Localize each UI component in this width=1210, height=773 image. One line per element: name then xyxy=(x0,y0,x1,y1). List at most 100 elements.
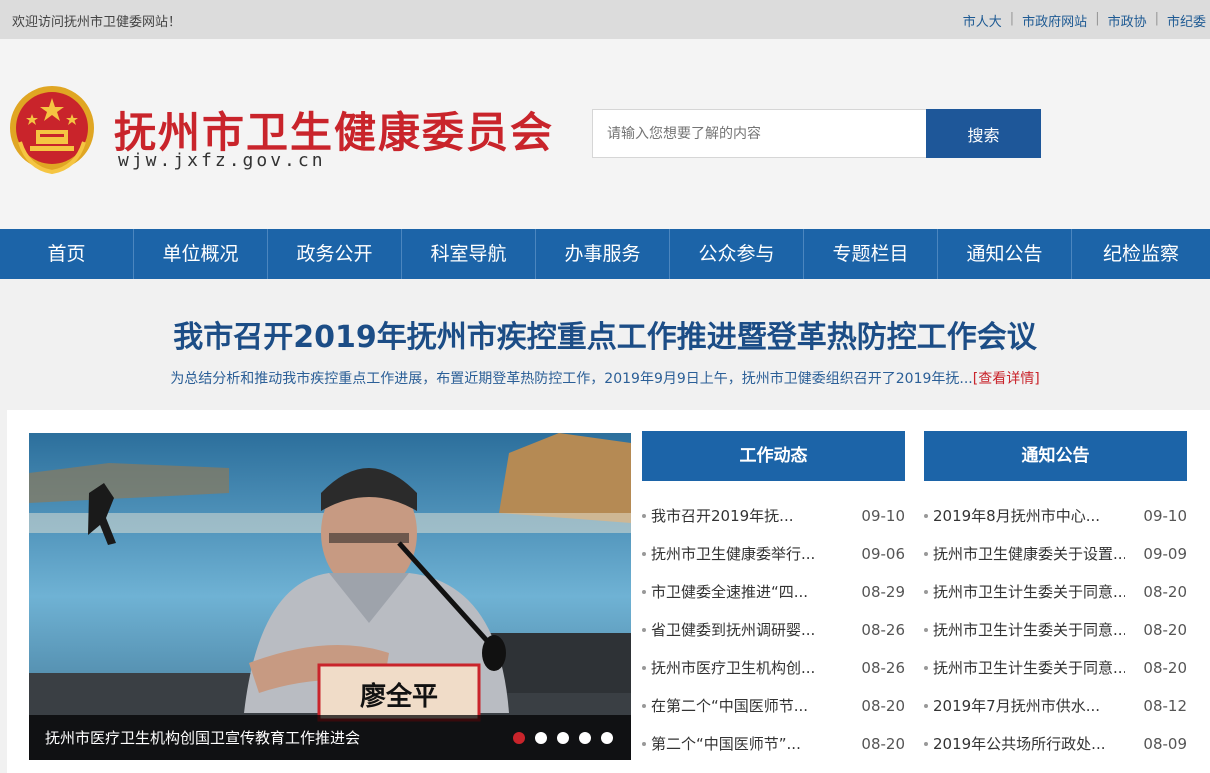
bullet-icon xyxy=(924,514,928,518)
notice-date: 08-09 xyxy=(1143,735,1187,753)
news-title[interactable]: 抚州市卫生健康委举行... xyxy=(651,535,843,573)
bullet-icon xyxy=(924,666,928,670)
list-item[interactable]: 抚州市卫生计生委关于同意... 08-20 xyxy=(924,573,1187,611)
list-item[interactable]: 抚州市卫生计生委关于同意... 08-20 xyxy=(924,649,1187,687)
slide-caption-bar: 抚州市医疗卫生机构创国卫宣传教育工作推进会 xyxy=(29,715,631,760)
bullet-icon xyxy=(924,704,928,708)
slider-dot-4[interactable] xyxy=(579,732,591,744)
bullet-icon xyxy=(642,666,646,670)
list-item[interactable]: 2019年7月抚州市供水... 08-12 xyxy=(924,687,1187,725)
notice-date: 08-20 xyxy=(1143,621,1187,639)
notices-list: 2019年8月抚州市中心... 09-10 抚州市卫生健康委关于设置... 09-0… xyxy=(924,497,1187,763)
welcome-text: 欢迎访问抚州市卫健委网站！ xyxy=(12,15,182,30)
list-item[interactable]: 省卫健委到抚州调研婴... 08-26 xyxy=(642,611,905,649)
notice-title[interactable]: 抚州市卫生健康委关于设置... xyxy=(933,535,1125,573)
top-bar: 欢迎访问抚州市卫健委网站！ 市人大 | 市政府网站 | 市政协 | 市纪委 xyxy=(0,0,1210,39)
news-date: 08-20 xyxy=(861,697,905,715)
news-date: 09-06 xyxy=(861,545,905,563)
notice-date: 09-10 xyxy=(1143,507,1187,525)
bullet-icon xyxy=(924,742,928,746)
site-header: 抚州市卫生健康委员会 wjw.jxfz.gov.cn 搜索 xyxy=(0,39,1210,229)
news-date: 08-29 xyxy=(861,583,905,601)
national-emblem-logo[interactable] xyxy=(8,84,96,176)
bullet-icon xyxy=(642,514,646,518)
notice-date: 08-20 xyxy=(1143,659,1187,677)
bullet-icon xyxy=(924,552,928,556)
nav-home[interactable]: 首页 xyxy=(0,229,134,279)
nav-public-participation[interactable]: 公众参与 xyxy=(670,229,804,279)
nav-special-topics[interactable]: 专题栏目 xyxy=(804,229,938,279)
news-date: 08-26 xyxy=(861,621,905,639)
notices-section: 通知公告 2019年8月抚州市中心... 09-10 抚州市卫生健康委关于设置..… xyxy=(924,431,1187,763)
slider-dot-5[interactable] xyxy=(601,732,613,744)
divider: | xyxy=(1095,11,1100,26)
search-input[interactable] xyxy=(592,109,927,158)
image-slider[interactable]: 廖全平 抚州市医疗卫生机构创国卫宣传教育工作推进会 xyxy=(29,433,631,760)
bullet-icon xyxy=(642,704,646,708)
notice-date: 08-20 xyxy=(1143,583,1187,601)
bullet-icon xyxy=(924,628,928,632)
notice-title[interactable]: 2019年公共场所行政处... xyxy=(933,725,1125,763)
news-title[interactable]: 市卫健委全速推进“四... xyxy=(651,573,843,611)
work-news-section: 工作动态 我市召开2019年抚... 09-10 抚州市卫生健康委举行... 09-… xyxy=(642,431,905,763)
slider-dots xyxy=(503,732,613,744)
nav-overview[interactable]: 单位概况 xyxy=(134,229,268,279)
bullet-icon xyxy=(642,552,646,556)
slider-dot-3[interactable] xyxy=(557,732,569,744)
notice-date: 08-12 xyxy=(1143,697,1187,715)
news-date: 08-26 xyxy=(861,659,905,677)
list-item[interactable]: 2019年公共场所行政处... 08-09 xyxy=(924,725,1187,763)
bullet-icon xyxy=(642,742,646,746)
headline-title[interactable]: 我市召开2019年抚州市疾控重点工作推进暨登革热防控工作会议 xyxy=(0,312,1210,356)
site-url: wjw.jxfz.gov.cn xyxy=(118,150,326,171)
nameplate-text: 廖全平 xyxy=(360,681,438,712)
nav-government-affairs[interactable]: 政务公开 xyxy=(268,229,402,279)
news-title[interactable]: 我市召开2019年抚... xyxy=(651,497,843,535)
news-title[interactable]: 抚州市医疗卫生机构创... xyxy=(651,649,843,687)
nav-services[interactable]: 办事服务 xyxy=(536,229,670,279)
slider-dot-2[interactable] xyxy=(535,732,547,744)
list-item[interactable]: 抚州市卫生计生委关于同意... 08-20 xyxy=(924,611,1187,649)
list-item[interactable]: 抚州市卫生健康委举行... 09-06 xyxy=(642,535,905,573)
bullet-icon xyxy=(924,590,928,594)
nav-discipline-inspection[interactable]: 纪检监察 xyxy=(1072,229,1210,279)
list-item[interactable]: 抚州市卫生健康委关于设置... 09-09 xyxy=(924,535,1187,573)
link-city-government[interactable]: 市政府网站 xyxy=(1022,11,1087,30)
list-item[interactable]: 第二个“中国医师节”... 08-20 xyxy=(642,725,905,763)
list-item[interactable]: 2019年8月抚州市中心... 09-10 xyxy=(924,497,1187,535)
bullet-icon xyxy=(642,628,646,632)
notices-title[interactable]: 通知公告 xyxy=(924,431,1187,481)
slider-dot-1[interactable] xyxy=(513,732,525,744)
notice-date: 09-09 xyxy=(1143,545,1187,563)
main-nav: 首页 单位概况 政务公开 科室导航 办事服务 公众参与 专题栏目 通知公告 纪检… xyxy=(0,229,1210,279)
notice-title[interactable]: 抚州市卫生计生委关于同意... xyxy=(933,611,1125,649)
notice-title[interactable]: 2019年8月抚州市中心... xyxy=(933,497,1125,535)
list-item[interactable]: 抚州市医疗卫生机构创... 08-26 xyxy=(642,649,905,687)
work-news-list: 我市召开2019年抚... 09-10 抚州市卫生健康委举行... 09-06 市卫… xyxy=(642,497,905,763)
view-details-link[interactable]: [查看详情] xyxy=(973,371,1040,387)
link-city-discipline[interactable]: 市纪委 xyxy=(1167,11,1206,30)
news-date: 09-10 xyxy=(861,507,905,525)
list-item[interactable]: 在第二个“中国医师节... 08-20 xyxy=(642,687,905,725)
search-button[interactable]: 搜索 xyxy=(926,109,1041,158)
news-title[interactable]: 在第二个“中国医师节... xyxy=(651,687,843,725)
notice-title[interactable]: 抚州市卫生计生委关于同意... xyxy=(933,649,1125,687)
news-date: 08-20 xyxy=(861,735,905,753)
list-item[interactable]: 我市召开2019年抚... 09-10 xyxy=(642,497,905,535)
list-item[interactable]: 市卫健委全速推进“四... 08-29 xyxy=(642,573,905,611)
bullet-icon xyxy=(642,590,646,594)
slide-caption[interactable]: 抚州市医疗卫生机构创国卫宣传教育工作推进会 xyxy=(45,727,360,748)
news-title[interactable]: 省卫健委到抚州调研婴... xyxy=(651,611,843,649)
notice-title[interactable]: 抚州市卫生计生委关于同意... xyxy=(933,573,1125,611)
nav-departments[interactable]: 科室导航 xyxy=(402,229,536,279)
nav-notices[interactable]: 通知公告 xyxy=(938,229,1072,279)
link-city-cppcc[interactable]: 市政协 xyxy=(1108,11,1147,30)
work-news-title[interactable]: 工作动态 xyxy=(642,431,905,481)
summary-text: 为总结分析和推动我市疾控重点工作进展，布置近期登革热防控工作，2019年9月9日… xyxy=(170,371,973,387)
divider: | xyxy=(1009,11,1015,26)
top-links: 市人大 | 市政府网站 | 市政协 | 市纪委 xyxy=(963,11,1206,30)
notice-title[interactable]: 2019年7月抚州市供水... xyxy=(933,687,1125,725)
news-title[interactable]: 第二个“中国医师节”... xyxy=(651,725,843,763)
headline-summary: 为总结分析和推动我市疾控重点工作进展，布置近期登革热防控工作，2019年9月9日… xyxy=(0,368,1210,388)
link-city-congress[interactable]: 市人大 xyxy=(963,11,1002,30)
